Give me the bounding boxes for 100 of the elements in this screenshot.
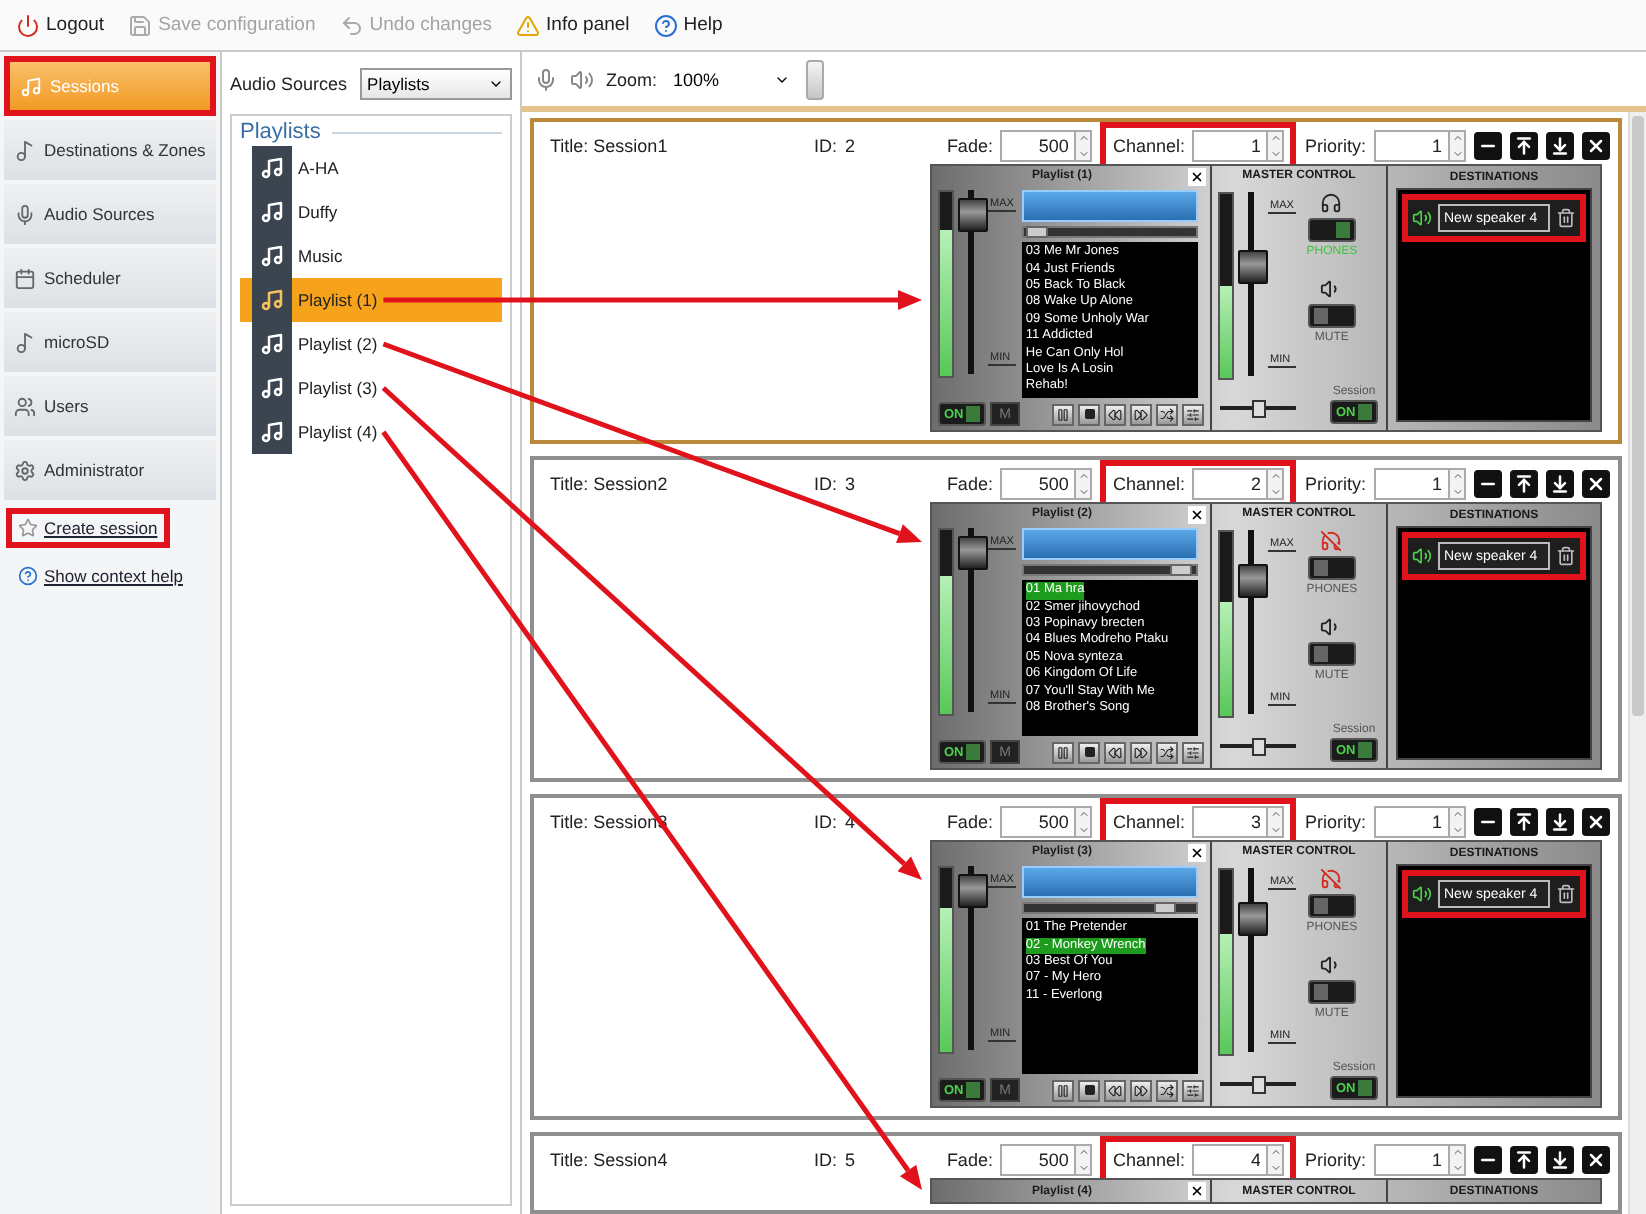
nav-item[interactable]: Scheduler	[4, 248, 216, 308]
toolbar-button[interactable]: Help	[649, 9, 727, 41]
toggle-switch[interactable]	[1307, 979, 1356, 1004]
slider-handle[interactable]	[805, 59, 824, 99]
close-button[interactable]	[1188, 505, 1206, 524]
trash-icon[interactable]	[1556, 884, 1576, 904]
minimize-button[interactable]	[1474, 132, 1502, 160]
fast-forward-button[interactable]	[1130, 1079, 1152, 1102]
fader-knob[interactable]	[958, 874, 988, 909]
channel-field[interactable]: 2	[1192, 468, 1269, 500]
pause-button[interactable]	[1052, 1079, 1074, 1102]
channel-field[interactable]: 4	[1192, 1144, 1269, 1176]
minimize-button[interactable]	[1474, 808, 1502, 836]
progress-thumb[interactable]	[1154, 902, 1177, 915]
stop-button[interactable]	[1078, 741, 1100, 764]
close-button[interactable]	[1188, 1182, 1206, 1200]
equalizer-button[interactable]	[1182, 1079, 1204, 1102]
nav-item[interactable]: Users	[4, 376, 216, 436]
shuffle-button[interactable]	[1156, 741, 1178, 764]
move-bottom-button[interactable]	[1546, 470, 1574, 498]
close-button[interactable]	[1582, 808, 1610, 836]
balance-thumb[interactable]	[1251, 400, 1265, 418]
rewind-button[interactable]	[1104, 1079, 1126, 1102]
progress-thumb[interactable]	[1026, 226, 1049, 239]
playlist-item[interactable]: Duffy	[240, 190, 502, 234]
move-bottom-button[interactable]	[1546, 808, 1574, 836]
speaker-icon[interactable]	[570, 67, 594, 91]
nav-item[interactable]: Audio Sources	[4, 184, 216, 244]
fader-knob[interactable]	[1238, 902, 1268, 937]
caret-icon	[488, 76, 504, 92]
channel-field[interactable]: 3	[1192, 806, 1269, 838]
music-note-icon	[14, 139, 36, 161]
progress-thumb[interactable]	[1170, 564, 1193, 577]
playlist-item[interactable]: Playlist (3)	[240, 366, 502, 410]
priority-field[interactable]: 1	[1374, 806, 1450, 838]
minimize-button[interactable]	[1474, 1146, 1502, 1174]
channel-field[interactable]: 1	[1192, 130, 1269, 162]
playlist-item[interactable]: Music	[240, 234, 502, 278]
sidebar-link[interactable]: Show context help	[6, 556, 195, 596]
toggle-switch[interactable]	[1307, 641, 1356, 666]
playlist-item[interactable]: A-HA	[240, 146, 502, 190]
pause-button[interactable]	[1052, 741, 1074, 764]
toggle-switch[interactable]	[1307, 893, 1356, 918]
playlist-item[interactable]: Playlist (2)	[240, 322, 502, 366]
microphone-icon[interactable]	[534, 67, 558, 91]
priority-field[interactable]: 1	[1374, 130, 1450, 162]
fade-field[interactable]: 500	[1000, 806, 1077, 838]
undo-icon	[339, 13, 364, 37]
fade-field[interactable]: 500	[1000, 130, 1077, 162]
stop-button[interactable]	[1078, 1079, 1100, 1102]
playlist-item[interactable]: Playlist (1)	[240, 278, 502, 322]
move-top-button[interactable]	[1510, 1146, 1538, 1174]
toggle-switch[interactable]	[1307, 303, 1356, 328]
fader-knob[interactable]	[1238, 564, 1268, 599]
stop-button[interactable]	[1078, 403, 1100, 426]
fast-forward-button[interactable]	[1130, 403, 1152, 426]
move-top-button[interactable]	[1510, 808, 1538, 836]
toolbar-button[interactable]: Info panel	[512, 9, 634, 41]
fade-field[interactable]: 500	[1000, 468, 1077, 500]
shuffle-button[interactable]	[1156, 403, 1178, 426]
toggle-switch[interactable]	[1307, 555, 1356, 580]
sidebar-link[interactable]: Create session	[6, 508, 170, 548]
fader-knob[interactable]	[958, 198, 988, 233]
playlist-item[interactable]: Playlist (4)	[240, 410, 502, 454]
close-button[interactable]	[1582, 1146, 1610, 1174]
fader-knob[interactable]	[958, 536, 988, 571]
equalizer-button[interactable]	[1182, 403, 1204, 426]
zoom-dropdown[interactable]: 100%	[669, 63, 794, 95]
nav-item[interactable]: microSD	[4, 312, 216, 372]
shuffle-button[interactable]	[1156, 1079, 1178, 1102]
trash-icon[interactable]	[1556, 208, 1576, 228]
nav-item[interactable]: Destinations & Zones	[4, 120, 216, 180]
fast-forward-button[interactable]	[1130, 741, 1152, 764]
toggle-switch[interactable]	[1307, 217, 1356, 242]
pause-button[interactable]	[1052, 403, 1074, 426]
move-top-button[interactable]	[1510, 132, 1538, 160]
move-bottom-button[interactable]	[1546, 1146, 1574, 1174]
fade-field[interactable]: 500	[1000, 1144, 1077, 1176]
rewind-button[interactable]	[1104, 741, 1126, 764]
move-bottom-button[interactable]	[1546, 132, 1574, 160]
close-button[interactable]	[1582, 132, 1610, 160]
help-icon	[653, 13, 678, 37]
toolbar-button[interactable]: Logout	[12, 9, 109, 41]
minimize-button[interactable]	[1474, 470, 1502, 498]
fader-knob[interactable]	[1238, 249, 1268, 284]
balance-thumb[interactable]	[1251, 738, 1265, 756]
equalizer-button[interactable]	[1182, 741, 1204, 764]
balance-thumb[interactable]	[1251, 1076, 1265, 1094]
close-button[interactable]	[1188, 843, 1206, 862]
close-button[interactable]	[1188, 167, 1206, 186]
dropdown[interactable]: Playlists	[359, 68, 512, 100]
close-button[interactable]	[1582, 470, 1610, 498]
headphones-icon	[1320, 191, 1343, 214]
nav-item[interactable]: Administrator	[4, 440, 216, 500]
move-top-button[interactable]	[1510, 470, 1538, 498]
priority-field[interactable]: 1	[1374, 1144, 1450, 1176]
rewind-button[interactable]	[1104, 403, 1126, 426]
shuffle-icon	[1160, 407, 1174, 422]
priority-field[interactable]: 1	[1374, 468, 1450, 500]
trash-icon[interactable]	[1556, 546, 1576, 566]
